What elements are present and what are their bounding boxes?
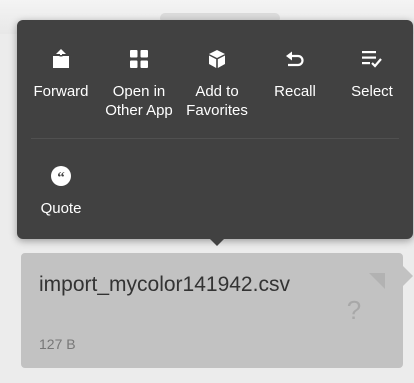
svg-text:“: “ [57,170,65,186]
file-message-bubble[interactable]: import_mycolor141942.csv 127 B ? [21,253,403,368]
menu-item-forward[interactable]: Forward [31,48,91,101]
quote-icon: “ [50,165,72,187]
menu-item-open-in-other-app[interactable]: Open in Other App [99,48,179,120]
menu-label: Select [351,83,393,100]
menu-item-select[interactable]: Select [342,48,402,101]
cube-icon [206,48,228,70]
menu-label-line2: Favorites [186,102,248,119]
file-name: import_mycolor141942.csv [39,273,290,296]
message-context-menu: Forward Open in Other App Add to Favorit… [17,20,413,239]
menu-label-line2: Other App [105,102,173,119]
menu-item-add-to-favorites[interactable]: Add to Favorites [181,48,253,120]
menu-label-line1: Open in [112,83,166,100]
menu-label: Recall [274,83,316,100]
file-corner-fold [369,273,385,289]
unknown-file-icon: ? [346,294,362,325]
apps-grid-icon [128,48,150,70]
share-icon [50,48,72,70]
menu-label-line1: Add to [195,83,239,100]
checklist-icon [361,48,383,70]
menu-label: Quote [40,200,82,217]
menu-pointer [209,238,225,246]
file-size: 127 B [39,336,76,352]
menu-item-quote[interactable]: “ Quote [31,165,91,218]
bubble-tail [403,266,413,286]
undo-icon [284,48,306,70]
menu-divider [31,138,399,139]
menu-label: Forward [33,83,89,100]
menu-item-recall[interactable]: Recall [265,48,325,101]
